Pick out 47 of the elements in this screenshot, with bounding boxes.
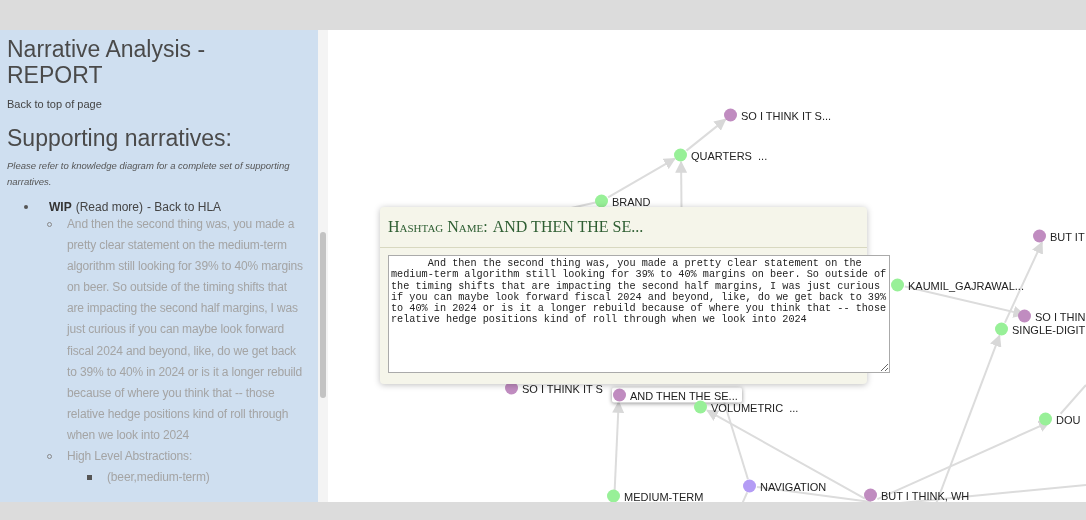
narrative-text: And then the second thing was, you made a pretty clear statement on the medium-term algorithm still looking for 39% to 40% margins on beer. So outside of the timing shifts that are impacting the second half margins, I was just curious if you can maybe look forward fiscal 2024 and beyond, like, do we get back to 39% to 40% in 2024 or is it a longer rebuild because of where you think that -- those relative hedge positions kind of roll through when we look into 2024 — [67, 216, 303, 444]
read-more-link[interactable]: (Read more) — [75, 200, 144, 214]
note-text: Please refer to knowledge diagram for a complete set of supporting narratives. — [7, 159, 291, 189]
node-label: SO I THINK IT S — [522, 382, 603, 394]
back-to-hla-link[interactable]: - Back to HLA — [147, 200, 222, 214]
node-dot[interactable] — [995, 322, 1008, 336]
hashtag-label: Hashtag Name: — [388, 218, 488, 236]
node-dot[interactable] — [674, 148, 687, 162]
node-label: VOLUMETRIC ... — [711, 401, 799, 413]
edge-arrow — [685, 118, 727, 152]
node-dot[interactable] — [1039, 412, 1052, 426]
node-dot[interactable] — [743, 479, 756, 493]
node-label: KAUMIL_GAJRAWAL... — [908, 279, 1024, 291]
node-label: DOU — [1056, 413, 1081, 425]
node-dot[interactable] — [891, 278, 904, 292]
node-label: SINGLE-DIGIT — [1012, 323, 1086, 335]
scrollbar-thumb[interactable] — [320, 232, 326, 398]
report-title: Narrative Analysis - REPORT — [7, 36, 207, 88]
node-dot[interactable] — [724, 108, 737, 122]
back-to-top-link[interactable]: Back to top of page — [7, 98, 102, 110]
scrollbar-track[interactable] — [318, 30, 328, 502]
node-dot[interactable] — [607, 489, 620, 502]
node-dot[interactable] — [595, 194, 608, 208]
item-title: WIP — [49, 200, 72, 214]
node-dot[interactable] — [864, 488, 877, 502]
node-label: BUT IT — [1050, 230, 1085, 242]
node-label: BUT I THINK, WH — [881, 489, 970, 501]
bullet-icon — [87, 475, 92, 481]
node-label: QUARTERS ... — [691, 149, 768, 161]
edge-line — [1059, 384, 1086, 415]
node-dot[interactable] — [1033, 229, 1046, 243]
node-dot[interactable] — [694, 400, 707, 414]
bullet-icon — [24, 205, 28, 209]
narrative-text: (beer,medium-term) — [107, 469, 211, 487]
node-label: SO I THINK IT S... — [741, 109, 832, 121]
node-tag[interactable]: AND THEN THE SE... — [612, 387, 742, 403]
hashtag-name: AND THEN THE SE... — [492, 218, 644, 236]
narrative-text-area[interactable]: And then the second thing was, you made a pretty clear statement on the medium-term algorithm still looking for 39% to 40% margins on beer. So outside of the timing shifts that are impacting the second half margins, I was just curious if you can maybe look forward fiscal 2024 and beyond, like, do we get back to 39% to 40% in 2024 or is it a longer rebuild because of where you think that -- those relative hedge positions kind of roll through when we look into 2024 — [388, 255, 890, 373]
node-label: NAVIGATION — [760, 480, 827, 492]
node-dot[interactable] — [613, 388, 626, 402]
node-label: SO I THIN — [1035, 310, 1086, 322]
section-heading: Supporting narratives: — [7, 125, 233, 152]
narrative-text: High Level Abstractions: — [67, 448, 194, 466]
node-label: AND THEN THE SE... — [630, 389, 738, 401]
node-label: MEDIUM-TERM — [624, 490, 704, 502]
node-label: BRAND — [612, 195, 651, 207]
node-dot[interactable] — [1018, 309, 1031, 323]
